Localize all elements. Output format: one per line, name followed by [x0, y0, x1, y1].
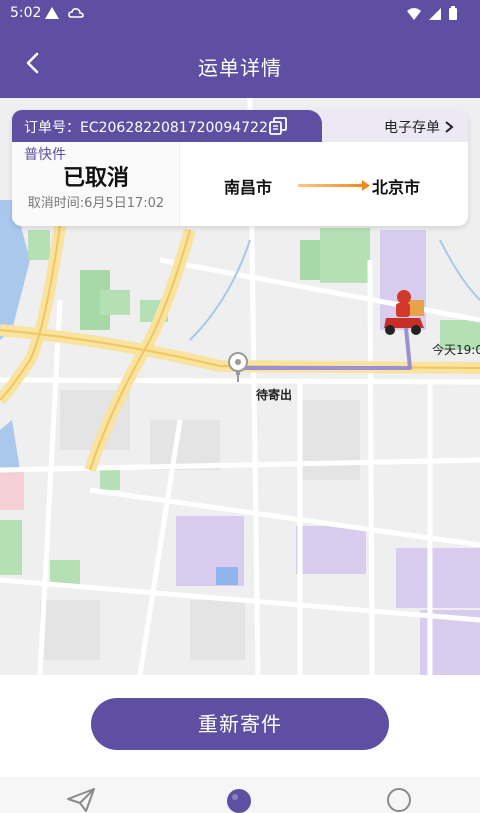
status-time: 5:02	[10, 5, 42, 21]
copy-icon	[269, 117, 287, 135]
tab-track[interactable]	[224, 787, 254, 813]
wifi-icon	[407, 7, 421, 20]
resend-button[interactable]: 重新寄件	[91, 698, 389, 750]
search-icon	[227, 789, 251, 813]
courier-eta-label: 今天19:0	[432, 343, 480, 357]
destination-city: 北京市	[372, 178, 421, 197]
order-card: 订单号：EC2062822081720094722 电子存单 普快件 已取消 取…	[12, 110, 468, 226]
page-title: 运单详情	[198, 56, 282, 80]
tab-send[interactable]	[66, 787, 96, 813]
status-notification-icons	[44, 6, 84, 20]
paper-plane-icon	[67, 788, 95, 812]
e-receipt-label: 电子存单	[384, 120, 440, 136]
bottom-tab-bar	[0, 777, 480, 813]
e-receipt-link[interactable]: 电子存单	[384, 117, 454, 137]
cloud-icon	[68, 8, 84, 18]
status-system-icons	[406, 6, 458, 21]
route-arrow-icon	[298, 180, 370, 191]
cancel-time: 取消时间:6月5日17:02	[27, 196, 165, 211]
app-bar: 运单详情	[0, 28, 480, 98]
signal-icon	[429, 7, 441, 20]
origin-city: 南昌市	[224, 178, 273, 197]
order-status: 已取消	[62, 166, 129, 191]
copy-button[interactable]	[268, 116, 288, 136]
chevron-right-icon	[445, 121, 454, 133]
status-bar: 5:02	[0, 0, 480, 28]
route-summary: 南昌市 北京市	[202, 174, 458, 197]
order-number: 订单号：EC2062822081720094722	[24, 120, 268, 136]
origin-status-label: 待寄出	[256, 388, 293, 402]
tab-profile[interactable]	[386, 787, 412, 813]
circle-icon	[387, 788, 411, 812]
bottom-action-area: 重新寄件	[0, 675, 480, 777]
battery-icon	[449, 6, 457, 20]
warning-icon	[45, 7, 59, 19]
